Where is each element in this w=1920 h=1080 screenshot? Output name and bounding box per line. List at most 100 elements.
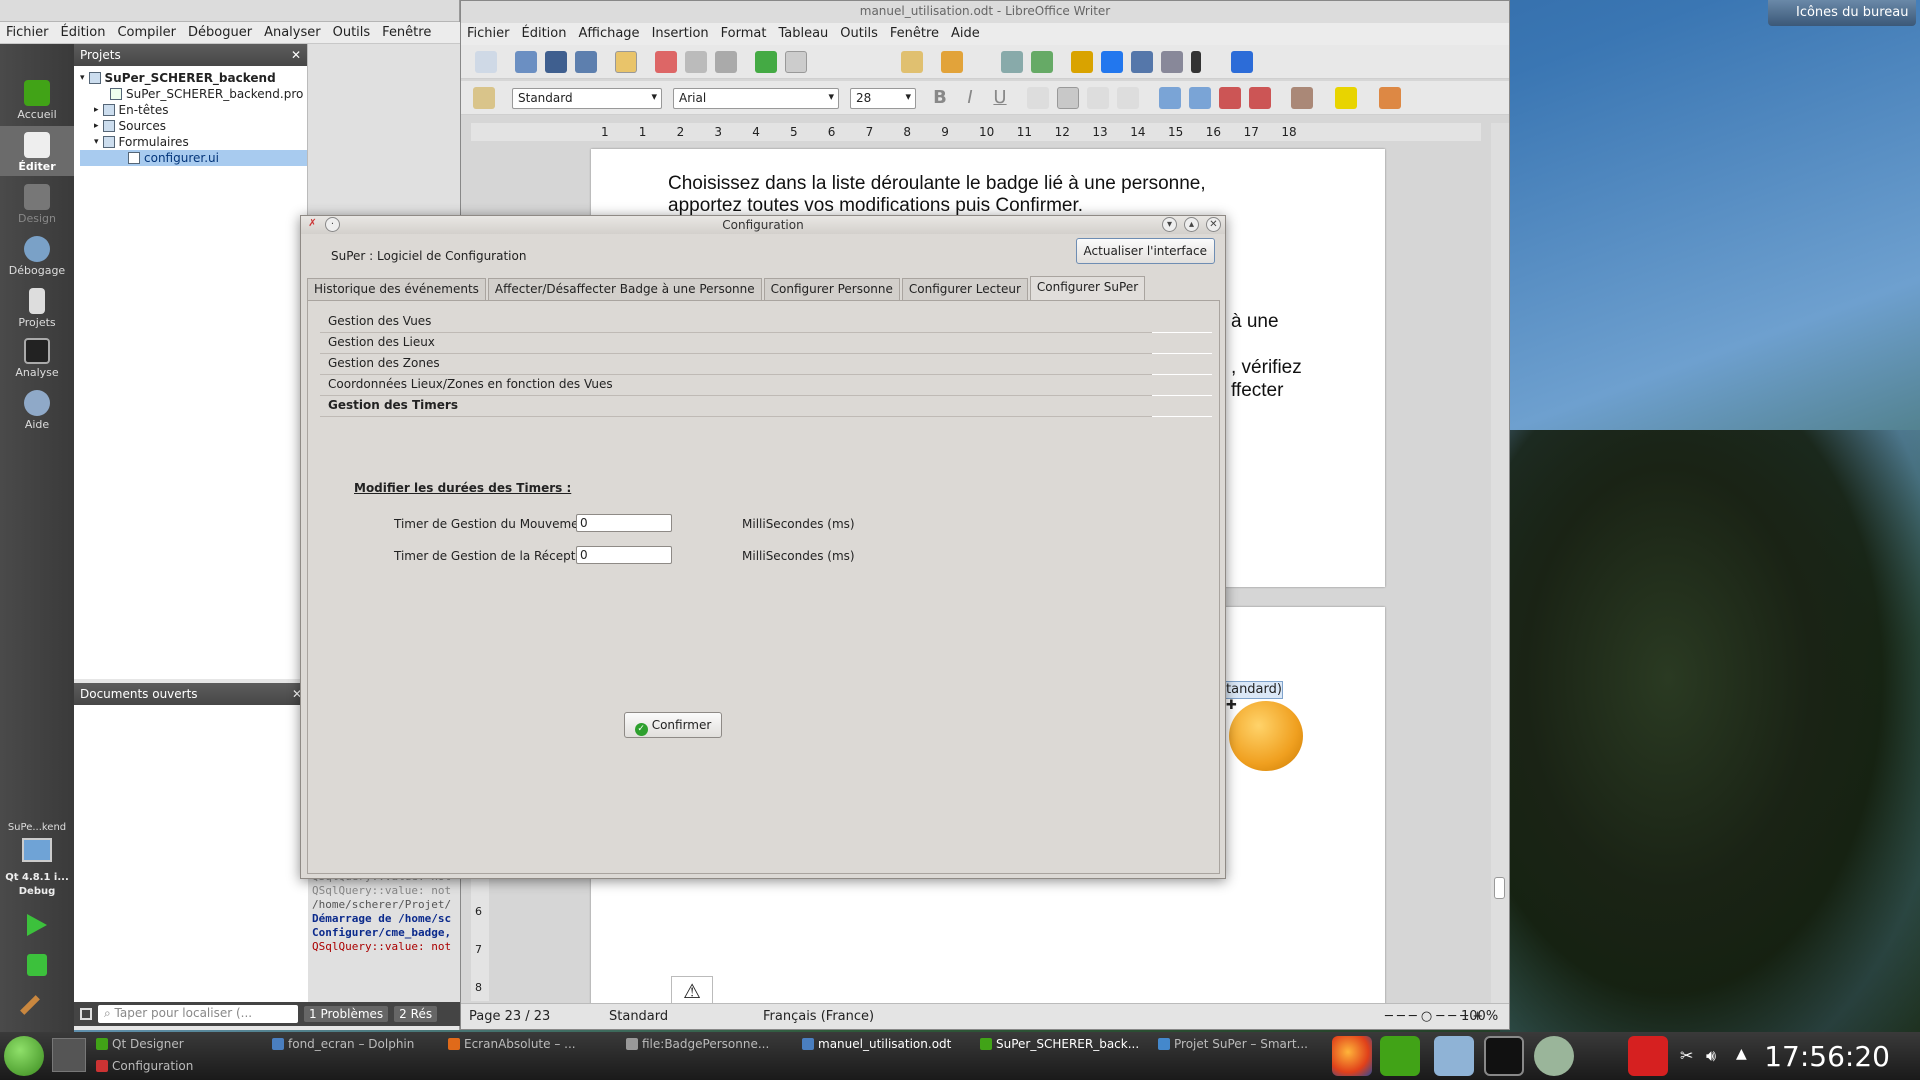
task-smartgit[interactable]: Projet SuPer – Smart... [1156, 1034, 1322, 1054]
qtc-menu-fenetre[interactable]: Fenêtre [376, 22, 437, 43]
expand-arrow-icon[interactable]: ▾ [80, 73, 85, 83]
mode-accueil[interactable]: Accueil [0, 74, 74, 124]
tree-project-root[interactable]: ▾ SuPer_SCHERER_backend [80, 70, 307, 86]
task-badge-personne[interactable]: file:BadgePersonne... [624, 1034, 794, 1054]
close-icon[interactable]: ✕ [1206, 217, 1221, 232]
show-desktop-icon[interactable] [52, 1038, 86, 1072]
hyperlink-icon[interactable] [1001, 51, 1023, 73]
lo-menu-aide[interactable]: Aide [945, 23, 986, 45]
lo-menu-format[interactable]: Format [715, 23, 773, 45]
tab-historique[interactable]: Historique des événements [307, 278, 486, 300]
font-name-select[interactable]: Arial [673, 88, 839, 109]
task-configuration[interactable]: Configuration [94, 1056, 262, 1076]
pgadmin-elephant-icon[interactable] [1534, 1036, 1574, 1076]
tab-affecter-badge[interactable]: Affecter/Désaffecter Badge à une Personn… [487, 278, 762, 300]
confirm-button[interactable]: ✓ Confirmer [624, 712, 722, 738]
zoom-level[interactable]: 100% [1461, 1009, 1498, 1024]
underline-icon[interactable]: U [989, 87, 1011, 109]
writer-titlebar[interactable]: manuel_utilisation.odt - LibreOffice Wri… [461, 1, 1509, 23]
qtcreator-titlebar[interactable] [0, 0, 459, 22]
lo-menu-fenetre[interactable]: Fenêtre [884, 23, 945, 45]
firefox-icon[interactable] [1332, 1036, 1372, 1076]
tree-sources[interactable]: ▸ Sources [80, 118, 307, 134]
expand-arrow-icon[interactable]: ▾ [94, 137, 99, 147]
align-right-icon[interactable] [1087, 87, 1109, 109]
tray-expand-icon[interactable]: ▲ [1736, 1046, 1747, 1062]
section-gestion-zones[interactable]: Gestion des Zones [320, 353, 1212, 375]
edit-mode-icon[interactable] [615, 51, 637, 73]
decrease-indent-icon[interactable] [1219, 87, 1241, 109]
numbering-icon[interactable] [1159, 87, 1181, 109]
draw-icon[interactable] [1071, 51, 1093, 73]
open-icon[interactable] [515, 51, 537, 73]
qtc-menu-analyser[interactable]: Analyser [258, 22, 327, 43]
run-icon[interactable] [27, 914, 47, 936]
qtc-menu-deboguer[interactable]: Déboguer [182, 22, 258, 43]
new-document-icon[interactable] [475, 51, 497, 73]
tree-headers[interactable]: ▸ En-têtes [80, 102, 307, 118]
tree-form-file[interactable]: configurer.ui [80, 150, 307, 166]
start-menu-icon[interactable] [4, 1036, 44, 1076]
mode-editer[interactable]: Éditer [0, 126, 74, 176]
mode-aide[interactable]: Aide [0, 384, 74, 434]
lo-menu-tableau[interactable]: Tableau [772, 23, 834, 45]
task-dolphin[interactable]: fond_ecran – Dolphin [270, 1034, 438, 1054]
debug-run-icon[interactable] [27, 954, 47, 976]
mode-analyse[interactable]: Analyse [0, 332, 74, 382]
horizontal-ruler[interactable]: 1 1 2 3 4 5 6 7 8 9 10 11 12 13 14 15 16 17 18 [471, 123, 1481, 141]
pdf-icon[interactable] [655, 51, 677, 73]
gallery-icon[interactable] [1131, 51, 1153, 73]
lo-menu-fichier[interactable]: Fichier [461, 23, 516, 45]
menu-icon[interactable]: · [325, 217, 340, 232]
collapsed-arrow-icon[interactable]: ▸ [94, 121, 99, 131]
task-writer[interactable]: manuel_utilisation.odt [800, 1034, 970, 1054]
print-icon[interactable] [685, 51, 707, 73]
section-gestion-vues[interactable]: Gestion des Vues [320, 311, 1212, 333]
italic-icon[interactable]: I [959, 87, 981, 109]
increase-indent-icon[interactable] [1249, 87, 1271, 109]
desktop-icons-button[interactable]: Icônes du bureau [1768, 0, 1916, 26]
scrollbar-thumb[interactable] [1494, 877, 1505, 899]
undo-icon[interactable] [941, 51, 963, 73]
styles-icon[interactable] [473, 87, 495, 109]
smiley-image[interactable] [1229, 701, 1303, 771]
print-preview-icon[interactable] [715, 51, 737, 73]
qtc-menu-outils[interactable]: Outils [327, 22, 377, 43]
align-left-icon[interactable] [1027, 87, 1049, 109]
network-icon[interactable]: ✂ [1680, 1046, 1693, 1065]
export-icon[interactable] [575, 51, 597, 73]
qtc-menu-fichier[interactable]: Fichier [0, 22, 55, 43]
close-icon[interactable]: ✕ [291, 48, 301, 62]
section-gestion-timers[interactable]: Gestion des Timers [320, 395, 1212, 417]
lo-menu-affichage[interactable]: Affichage [572, 23, 645, 45]
build-hammer-icon[interactable] [20, 995, 40, 1015]
maximize-icon[interactable]: ▴ [1184, 217, 1199, 232]
terminal-icon[interactable] [1484, 1036, 1524, 1076]
refresh-interface-button[interactable]: Actualiser l'interface [1075, 238, 1215, 264]
paragraph-style-select[interactable]: Standard [512, 88, 662, 109]
section-coordonnees[interactable]: Coordonnées Lieux/Zones en fonction des … [320, 374, 1212, 396]
datasource-icon[interactable] [1161, 51, 1183, 73]
tab-configurer-lecteur[interactable]: Configurer Lecteur [901, 278, 1028, 300]
table-icon[interactable] [1031, 51, 1053, 73]
document-vertical-scrollbar[interactable] [1491, 123, 1509, 1003]
output-tab-problems[interactable]: 1 Problèmes [304, 1006, 389, 1022]
align-center-icon[interactable] [1057, 87, 1079, 109]
task-qt-designer[interactable]: Qt Designer [94, 1034, 262, 1054]
tab-configurer-personne[interactable]: Configurer Personne [763, 278, 900, 300]
highlight-icon[interactable] [1335, 87, 1357, 109]
paste-icon[interactable] [901, 51, 923, 73]
autospell-icon[interactable] [785, 51, 807, 73]
mode-projets[interactable]: Projets [0, 282, 74, 332]
frame-style-label[interactable]: tandard) ✚ [1223, 681, 1283, 713]
power-icon[interactable] [1628, 1036, 1668, 1076]
justify-icon[interactable] [1117, 87, 1139, 109]
lo-menu-insertion[interactable]: Insertion [646, 23, 715, 45]
qt-creator-icon[interactable] [1380, 1036, 1420, 1076]
navigator-icon[interactable] [1101, 51, 1123, 73]
locator-input[interactable]: ⌕ Taper pour localiser (... [98, 1005, 298, 1023]
dialog-titlebar[interactable]: ✗ · Configuration ▾ ▴ ✕ [301, 216, 1225, 234]
spellcheck-icon[interactable] [755, 51, 777, 73]
tree-forms[interactable]: ▾ Formulaires [80, 134, 307, 150]
volume-icon[interactable]: 🔊︎ [1706, 1046, 1716, 1066]
